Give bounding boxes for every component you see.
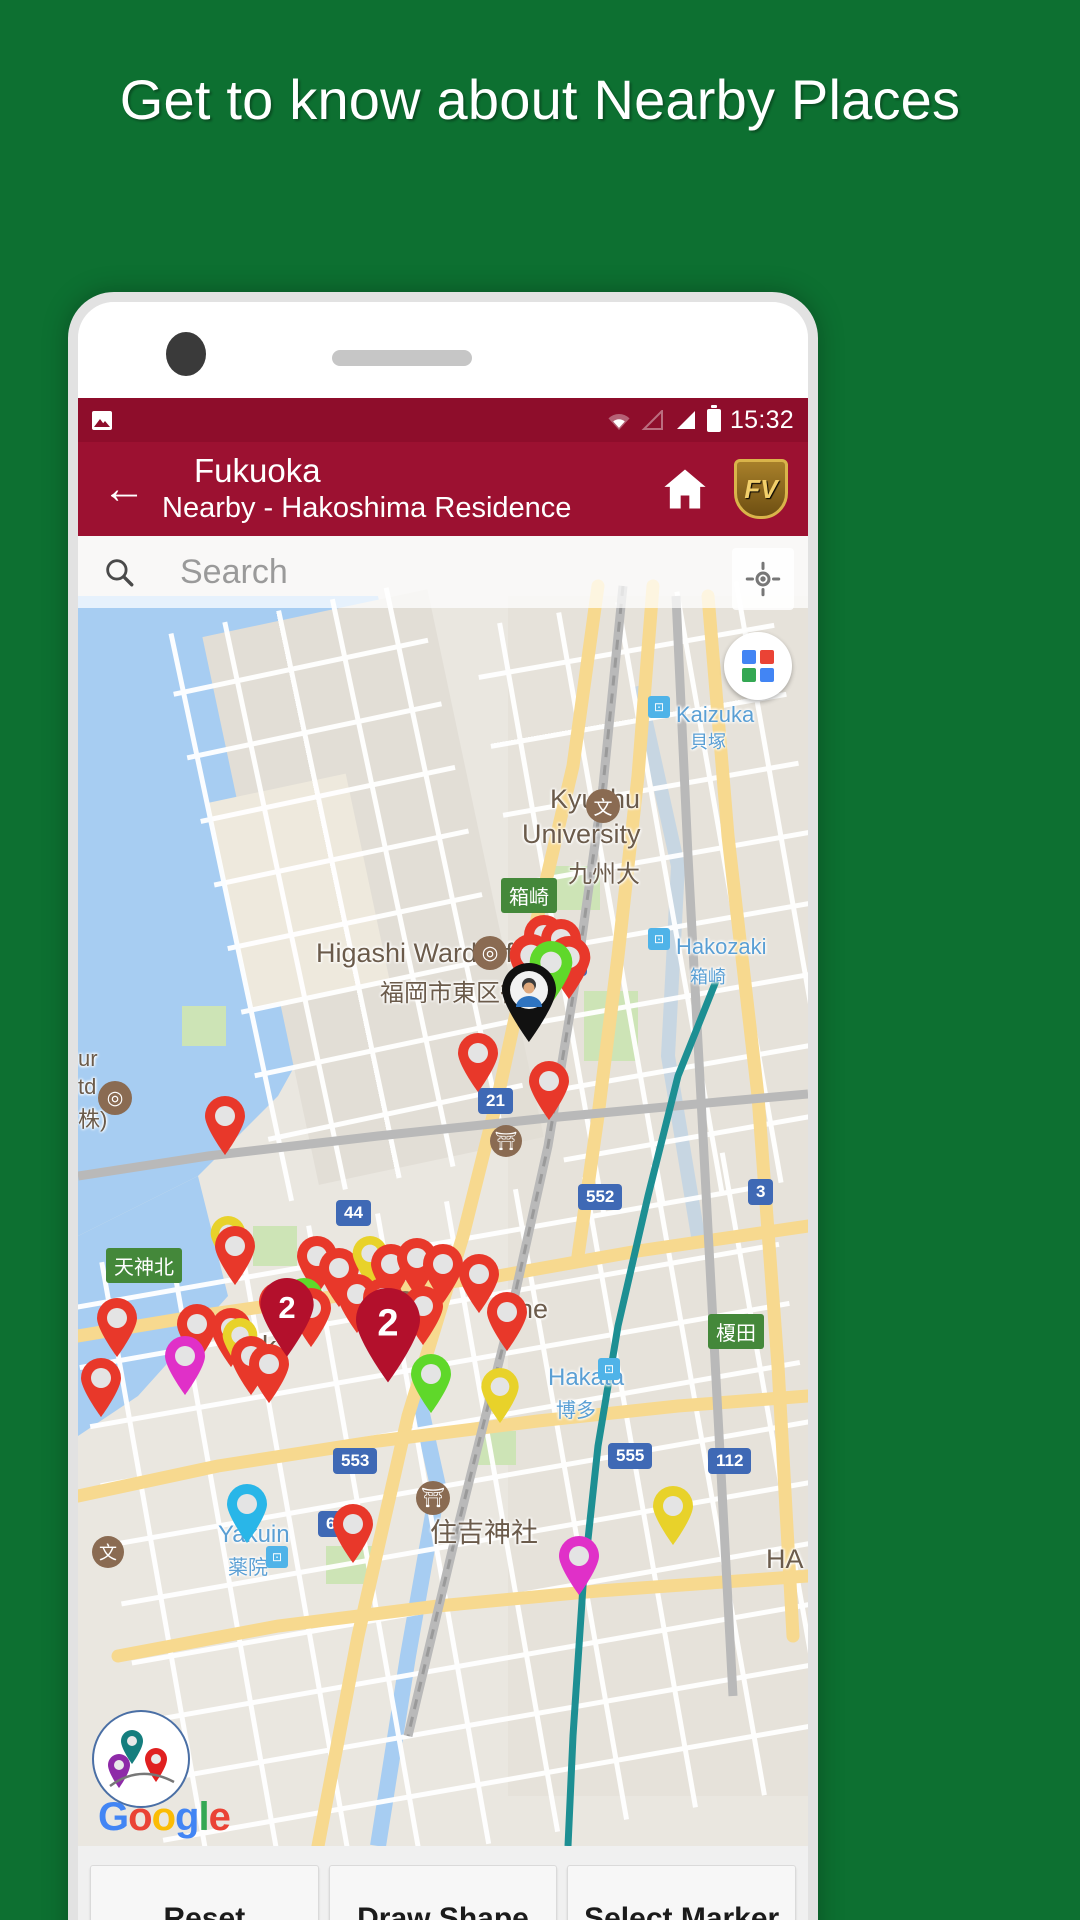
search-input[interactable]: Search [180,553,288,592]
torii-icon: ⛩ [416,1481,450,1515]
map-view[interactable]: Search Kaizuka貝塚KyushuUniversity九州大箱崎Hig… [78,536,808,1846]
map-cluster-marker[interactable]: 2 [256,1278,318,1358]
map-marker[interactable] [162,1336,208,1396]
transit-station-icon: ⊡ [648,696,670,718]
map-marker[interactable] [78,1358,124,1418]
map-label: Hakozaki [676,934,767,959]
map-marker[interactable] [330,1504,376,1564]
transit-station-icon: ⊡ [266,1546,288,1568]
map-marker[interactable] [526,1061,572,1121]
transit-station-icon: ⊡ [598,1358,620,1380]
action-button-bar: Reset Draw Shape Select Marker [78,1846,808,1920]
search-bar[interactable]: Search [78,536,808,608]
earpiece-speaker [332,350,472,366]
transit-station-icon: ⊡ [648,928,670,950]
map-label: University [522,819,641,849]
google-attribution: Google [98,1795,231,1839]
phone-bezel-top [78,302,808,398]
map-marker[interactable] [94,1298,140,1358]
school-icon: 文 [92,1536,124,1568]
map-label: 貝塚 [690,732,726,752]
highway-shield: 555 [608,1443,653,1469]
map-label: 九州大 [568,861,640,888]
map-marker[interactable] [202,1096,248,1156]
signal-icon [676,411,695,429]
map-marker[interactable] [224,1484,270,1544]
marker-cluster-icon[interactable] [92,1710,190,1808]
image-icon [92,410,112,430]
search-icon [106,559,134,587]
map-marker[interactable] [650,1486,696,1546]
school-icon: 文 [586,789,620,823]
phone-screen: 15:32 ← Fukuoka Nearby - Hakoshima Resid… [78,398,808,1920]
map-cluster-marker[interactable]: 2 [350,1288,426,1384]
brand-logo[interactable]: FV [734,459,788,519]
battery-icon [706,404,721,432]
highway-shield: 553 [333,1448,378,1474]
map-marker[interactable] [212,1226,258,1286]
app-bar-titles: Fukuoka Nearby - Hakoshima Residence [150,452,650,526]
map-label: HA [766,1544,804,1574]
back-arrow-icon[interactable]: ← [98,467,150,511]
draw-shape-button[interactable]: Draw Shape [328,1865,558,1920]
map-marker[interactable] [455,1033,501,1093]
ward-icon: ◎ [98,1081,132,1115]
layers-grid [742,650,774,682]
status-time: 15:32 [729,405,794,434]
my-location-icon[interactable] [732,548,794,610]
highway-shield: 112 [708,1448,752,1474]
cluster-count: 2 [377,1302,399,1345]
select-marker-button[interactable]: Select Marker [567,1865,797,1920]
phone-mockup: 15:32 ← Fukuoka Nearby - Hakoshima Resid… [68,292,818,1920]
home-icon[interactable] [650,463,720,515]
highway-shield: 552 [578,1184,623,1210]
map-label: td [78,1074,97,1099]
highway-shield: 44 [336,1200,371,1226]
no-signal-icon [641,410,663,430]
page-subtitle: Nearby - Hakoshima Residence [162,492,572,524]
torii-icon: ⛩ [490,1125,522,1157]
wifi-icon [608,413,630,430]
map-marker[interactable] [556,1536,602,1596]
map-label: 箱崎 [690,967,726,987]
page-title: Fukuoka [194,452,321,489]
layers-grid-icon[interactable] [724,632,792,700]
promo-headline: Get to know about Nearby Places [119,68,961,131]
map-label: 天神北 [106,1248,182,1283]
status-bar: 15:32 [78,398,808,442]
cluster-count: 2 [278,1290,296,1326]
user-location-pin[interactable] [498,961,560,1043]
map-label: 箱崎 [501,878,557,913]
app-bar: ← Fukuoka Nearby - Hakoshima Residence F… [78,442,808,536]
map-marker[interactable] [484,1292,530,1352]
map-label: 住吉神社 [430,1518,538,1548]
map-label: 博多 [556,1400,596,1422]
reset-button[interactable]: Reset [90,1865,319,1920]
front-camera [166,332,206,376]
map-label: Kaizuka [676,702,755,727]
highway-shield: 3 [748,1179,774,1205]
map-label: 薬院 [228,1557,268,1579]
map-label: 榎田 [708,1314,764,1349]
map-label: ur [78,1046,98,1071]
map-marker[interactable] [478,1368,522,1424]
